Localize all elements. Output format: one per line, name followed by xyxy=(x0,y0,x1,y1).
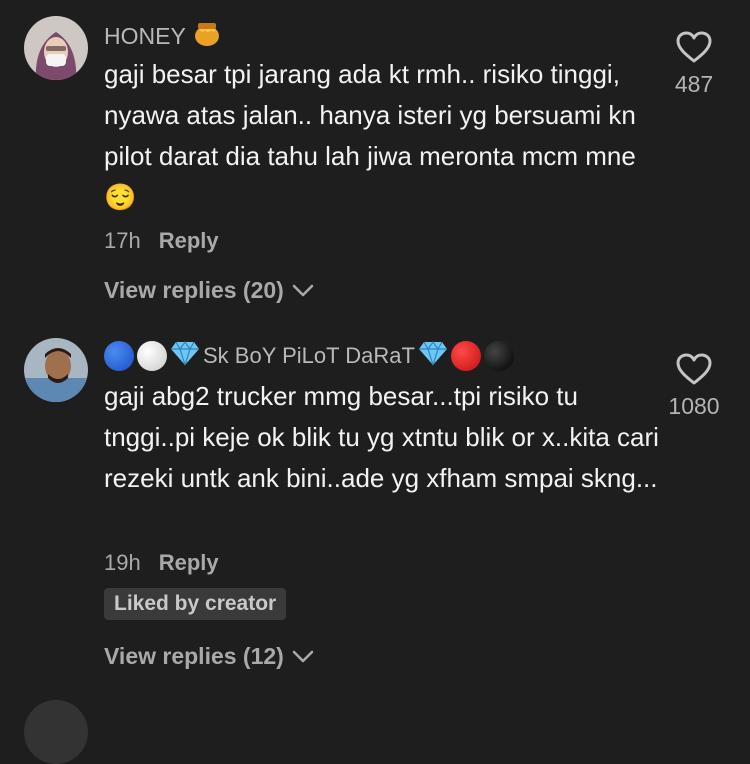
black-circle-icon xyxy=(483,341,514,371)
timestamp: 17h xyxy=(104,228,141,253)
comment-text: gaji besar tpi jarang ada kt rmh.. risik… xyxy=(104,54,664,218)
like-count: 1080 xyxy=(668,393,720,419)
comment-text-content: gaji besar tpi jarang ada kt rmh.. risik… xyxy=(104,59,636,171)
heart-icon[interactable] xyxy=(675,31,713,68)
username[interactable]: Sk BoY PiLoT DaRaT xyxy=(104,340,514,372)
relieved-face-icon: 😌 xyxy=(104,182,137,212)
username[interactable]: HONEY xyxy=(104,18,222,54)
avatar[interactable] xyxy=(24,16,88,80)
view-replies-button[interactable]: View replies (20) xyxy=(104,277,314,304)
honey-pot-icon xyxy=(192,18,222,54)
blue-circle-icon xyxy=(104,341,134,371)
username-text[interactable]: HONEY xyxy=(104,23,186,50)
timestamp: 19h xyxy=(104,550,141,575)
gem-icon xyxy=(418,340,448,372)
like-count: 487 xyxy=(674,71,714,97)
heart-icon[interactable] xyxy=(675,353,713,390)
view-replies-label[interactable]: View replies (20) xyxy=(104,277,284,304)
gem-icon xyxy=(170,340,200,372)
view-replies-label[interactable]: View replies (12) xyxy=(104,643,284,670)
white-circle-icon xyxy=(137,341,167,371)
comment-text-content: gaji abg2 trucker mmg besar...tpi risiko… xyxy=(104,381,659,493)
comment-meta: 19h Reply xyxy=(104,550,219,576)
avatar[interactable] xyxy=(24,338,88,402)
reply-button[interactable]: Reply xyxy=(159,228,219,254)
comment-text: gaji abg2 trucker mmg besar...tpi risiko… xyxy=(104,376,659,499)
comment-meta: 17h Reply xyxy=(104,228,219,254)
username-text[interactable]: Sk BoY PiLoT DaRaT xyxy=(203,343,415,369)
red-circle-icon xyxy=(450,341,481,371)
like-column: 1080 xyxy=(652,352,736,420)
like-column: 487 xyxy=(658,30,730,98)
chevron-down-icon xyxy=(292,643,314,670)
view-replies-button[interactable]: View replies (12) xyxy=(104,643,314,670)
liked-by-creator-badge: Liked by creator xyxy=(104,588,287,620)
chevron-down-icon xyxy=(292,277,314,304)
reply-button[interactable]: Reply xyxy=(159,550,219,576)
next-comment-avatar[interactable] xyxy=(24,700,88,764)
